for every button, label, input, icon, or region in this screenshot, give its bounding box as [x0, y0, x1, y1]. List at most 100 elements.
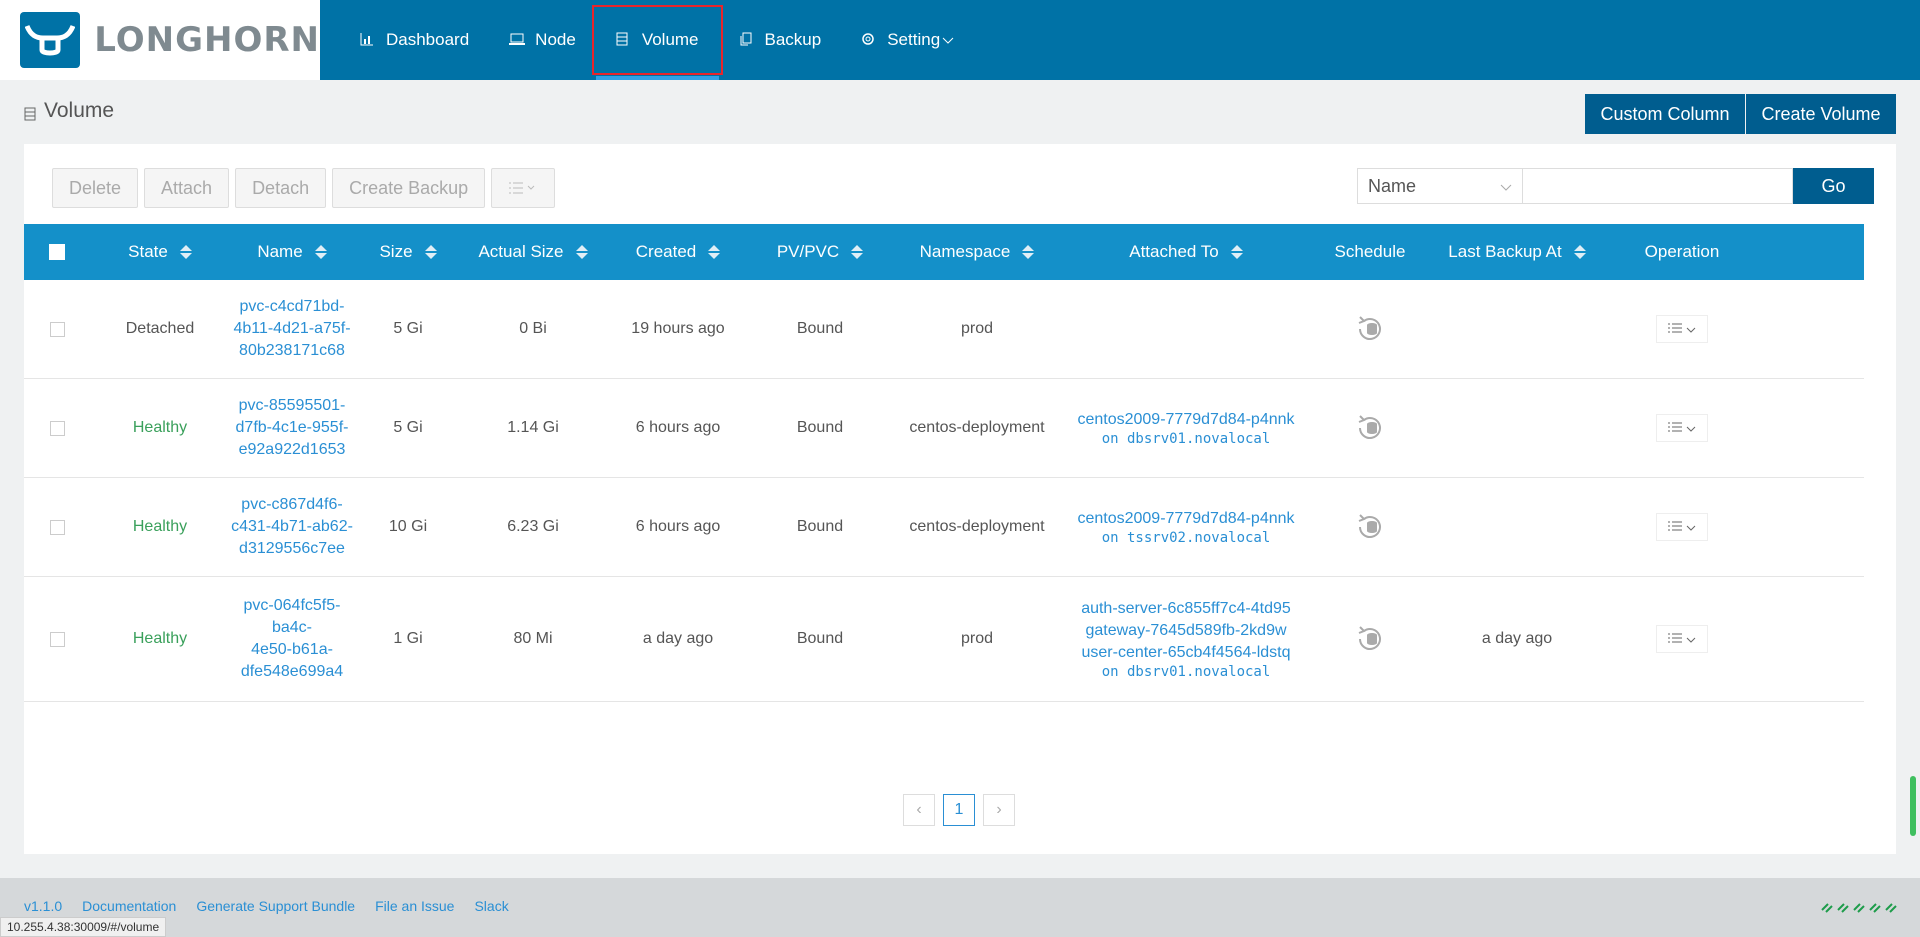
- col-pv-pvc[interactable]: PV/PVC: [752, 242, 888, 262]
- row-namespace: centos-deployment: [909, 518, 1045, 535]
- row-checkbox[interactable]: [49, 631, 65, 647]
- row-size: 5 Gi: [393, 419, 423, 436]
- col-operation: Operation: [1600, 242, 1764, 262]
- more-actions-button[interactable]: [491, 168, 556, 208]
- search-field-value: Name: [1368, 175, 1417, 196]
- version-link[interactable]: v1.1.0: [24, 898, 62, 914]
- custom-column-button[interactable]: Custom Column: [1585, 94, 1745, 134]
- schedule-icon[interactable]: [1306, 412, 1434, 444]
- nav-setting[interactable]: Setting: [841, 0, 974, 80]
- row-actual-size: 80 Mi: [513, 630, 553, 647]
- row-state: Healthy: [132, 518, 188, 535]
- prev-page-button[interactable]: ‹: [903, 794, 935, 826]
- sort-icon: [179, 245, 192, 259]
- row-state: Detached: [125, 320, 195, 337]
- volume-name-link[interactable]: pvc-85595501- d7fb-4c1e-955f- e92a922d16…: [230, 395, 354, 461]
- table-row: Healthy pvc-064fc5f5-ba4c- 4e50-b61a- df…: [24, 577, 1864, 702]
- logo[interactable]: LONGHORN: [0, 0, 320, 80]
- column-label: Schedule: [1334, 242, 1406, 261]
- nav-node[interactable]: Node: [489, 0, 596, 80]
- list-icon: [1668, 320, 1682, 338]
- row-namespace: prod: [960, 320, 994, 337]
- search-field-select[interactable]: Name: [1357, 168, 1523, 204]
- go-button[interactable]: Go: [1793, 168, 1874, 204]
- row-size: 1 Gi: [393, 630, 423, 647]
- page-number[interactable]: 1: [943, 794, 975, 826]
- name-line: 80b238171c68: [239, 342, 345, 359]
- col-last-backup[interactable]: Last Backup At: [1434, 242, 1600, 262]
- col-state[interactable]: State: [90, 242, 230, 262]
- col-namespace[interactable]: Namespace: [888, 242, 1066, 262]
- support-bundle-link[interactable]: Generate Support Bundle: [196, 898, 355, 914]
- attached-node: on dbsrv01.novalocal: [1101, 664, 1271, 680]
- volume-name-link[interactable]: pvc-c867d4f6- c431-4b71-ab62- d3129556c7…: [230, 494, 354, 560]
- search-input[interactable]: [1523, 168, 1793, 204]
- operation-menu-button[interactable]: [1656, 414, 1708, 442]
- volume-name-link[interactable]: pvc-c4cd71bd- 4b11-4d21-a75f- 80b238171c…: [230, 296, 354, 362]
- detach-button[interactable]: Detach: [235, 168, 327, 208]
- row-checkbox[interactable]: [49, 519, 65, 535]
- top-header: LONGHORN Dashboard Node Volume Backup Se…: [0, 0, 1920, 80]
- chevron-down-icon: [1686, 518, 1696, 536]
- select-all-checkbox[interactable]: [49, 244, 65, 260]
- file-issue-link[interactable]: File an Issue: [375, 898, 454, 914]
- name-line: 4e50-b61a-: [251, 641, 333, 658]
- create-backup-button[interactable]: Create Backup: [332, 168, 486, 208]
- list-icon: [1668, 630, 1682, 648]
- chevron-down-icon: [1686, 419, 1696, 437]
- operation-menu-button[interactable]: [1656, 513, 1708, 541]
- col-actual-size[interactable]: Actual Size: [462, 242, 604, 262]
- row-actual-size: 1.14 Gi: [507, 419, 559, 436]
- row-pvc-status: Bound: [796, 320, 844, 337]
- table-row: Healthy pvc-85595501- d7fb-4c1e-955f- e9…: [24, 379, 1864, 478]
- attached-node: on dbsrv01.novalocal: [1101, 431, 1271, 447]
- next-page-button[interactable]: ›: [983, 794, 1015, 826]
- name-line: e92a922d1653: [238, 441, 346, 458]
- row-attached-to: auth-server-6c855ff7c4-4td95 gateway-764…: [1066, 598, 1306, 680]
- name-line: pvc-c867d4f6-: [241, 496, 343, 513]
- schedule-icon[interactable]: [1306, 623, 1434, 655]
- row-attached-to: centos2009-7779d7d84-p4nnk on tssrv02.no…: [1066, 508, 1306, 546]
- chevron-right-icon: ›: [996, 801, 1002, 818]
- list-icon: [1668, 419, 1682, 437]
- name-line: d7fb-4c1e-955f-: [235, 419, 349, 436]
- nav-dashboard[interactable]: Dashboard: [340, 0, 489, 80]
- col-created[interactable]: Created: [604, 242, 752, 262]
- nav-volume[interactable]: Volume: [591, 0, 723, 80]
- create-volume-button[interactable]: Create Volume: [1746, 94, 1896, 134]
- attach-button[interactable]: Attach: [144, 168, 230, 208]
- operation-menu-button[interactable]: [1656, 625, 1708, 653]
- select-all[interactable]: [24, 244, 90, 260]
- column-label: Namespace: [919, 242, 1011, 261]
- scrollbar[interactable]: [1910, 776, 1916, 836]
- status-bar-url: 10.255.4.38:30009/#/volume: [0, 917, 167, 937]
- name-line: pvc-c4cd71bd-: [239, 298, 345, 315]
- delete-button[interactable]: Delete: [52, 168, 139, 208]
- bulk-actions: Delete Attach Detach Create Backup: [52, 168, 556, 208]
- pagination: ‹ 1 ›: [903, 794, 1015, 826]
- schedule-icon[interactable]: [1306, 313, 1434, 345]
- sort-icon: [575, 245, 588, 259]
- attached-pod-link[interactable]: centos2009-7779d7d84-p4nnk: [1077, 409, 1294, 431]
- col-name[interactable]: Name: [230, 242, 354, 262]
- row-checkbox[interactable]: [49, 321, 65, 337]
- attached-pod-link[interactable]: gateway-7645d589fb-2kd9w: [1085, 620, 1286, 642]
- attached-pod-link[interactable]: centos2009-7779d7d84-p4nnk: [1077, 508, 1294, 530]
- row-pvc-status: Bound: [796, 518, 844, 535]
- col-attached-to[interactable]: Attached To: [1066, 242, 1306, 262]
- row-pvc-status: Bound: [796, 630, 844, 647]
- attached-pod-link[interactable]: user-center-65cb4f4564-ldstq: [1081, 642, 1290, 664]
- attached-pod-link[interactable]: auth-server-6c855ff7c4-4td95: [1081, 598, 1291, 620]
- operation-menu-button[interactable]: [1656, 315, 1708, 343]
- volume-icon: [616, 32, 632, 48]
- volume-name-link[interactable]: pvc-064fc5f5-ba4c- 4e50-b61a- dfe548e699…: [230, 595, 354, 683]
- slack-link[interactable]: Slack: [474, 898, 508, 914]
- row-actual-size: 0 Bi: [519, 320, 547, 337]
- documentation-link[interactable]: Documentation: [82, 898, 176, 914]
- name-line: dfe548e699a4: [240, 663, 344, 680]
- row-namespace: centos-deployment: [909, 419, 1045, 436]
- row-checkbox[interactable]: [49, 420, 65, 436]
- nav-backup[interactable]: Backup: [719, 0, 842, 80]
- col-size[interactable]: Size: [354, 242, 462, 262]
- schedule-icon[interactable]: [1306, 511, 1434, 543]
